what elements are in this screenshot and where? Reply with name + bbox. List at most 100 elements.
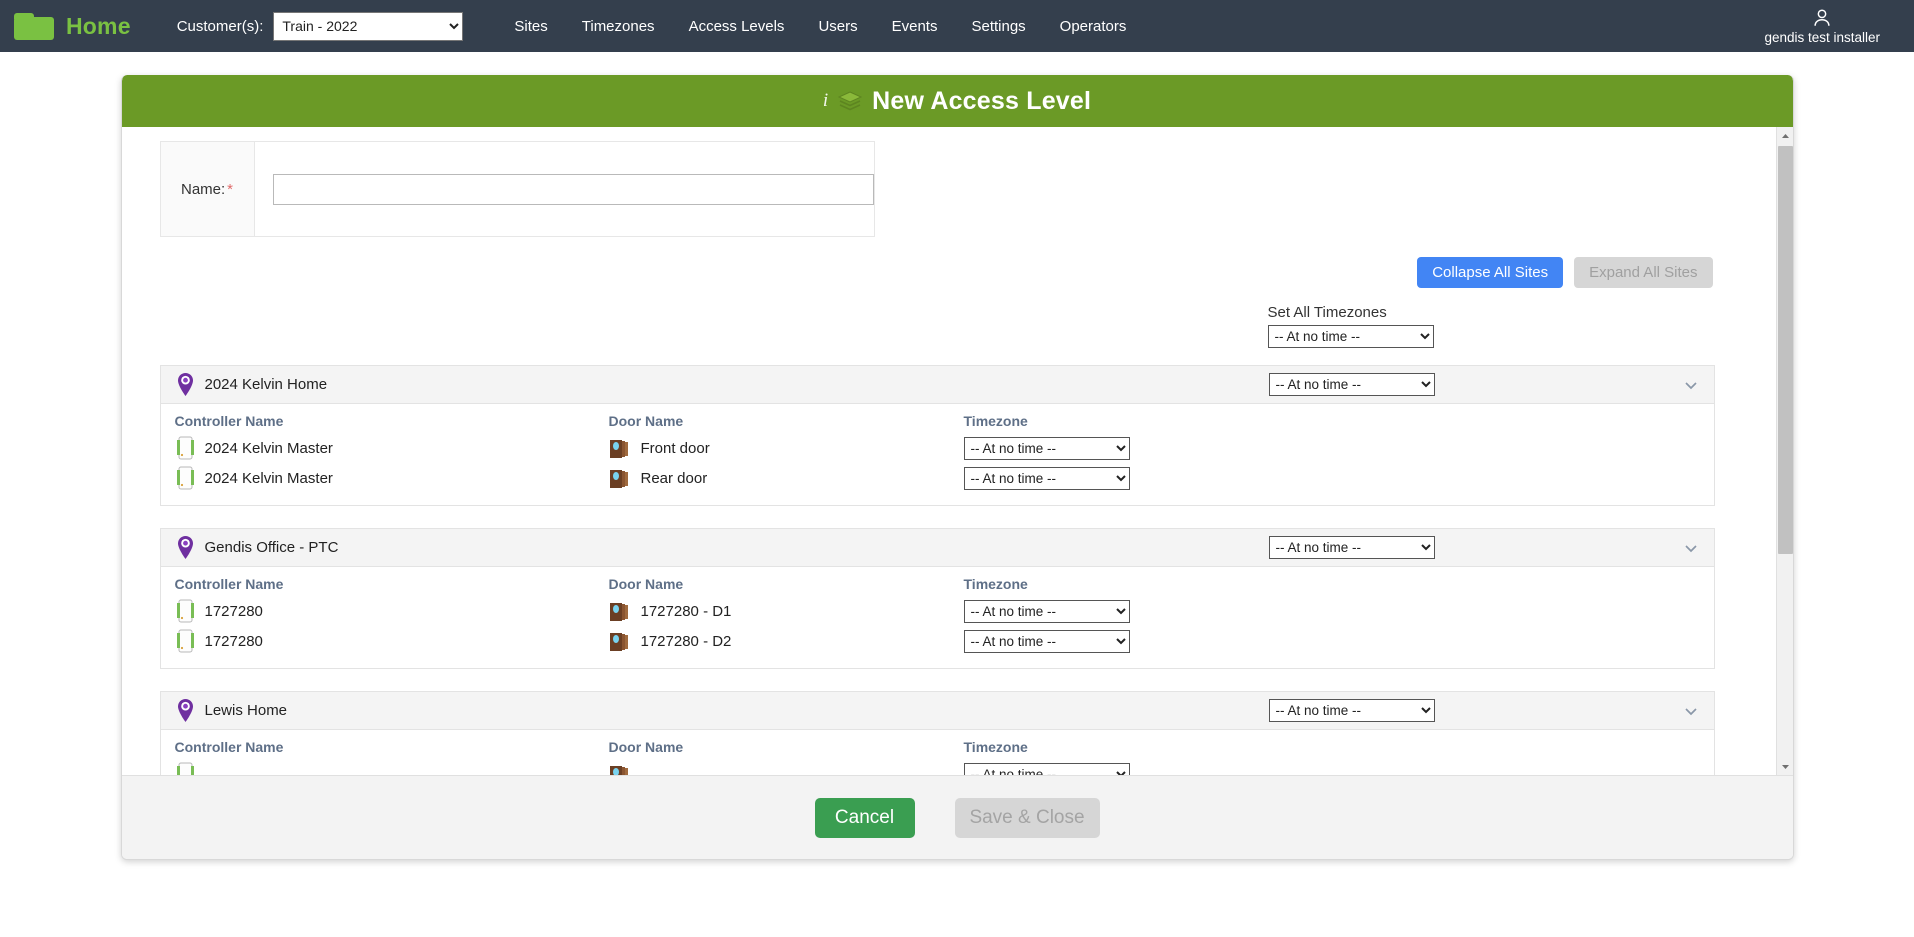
scrollbar-thumb[interactable]	[1778, 146, 1793, 554]
home-link[interactable]: Home	[14, 13, 131, 40]
controller-icon	[175, 466, 196, 490]
table-row: 2024 Kelvin Master Front door	[161, 433, 1714, 463]
name-field-group: Name: *	[160, 141, 875, 237]
column-header-door: Door Name	[609, 413, 964, 429]
controller-name: 1727280	[205, 633, 263, 650]
save-and-close-button[interactable]: Save & Close	[955, 798, 1100, 838]
row-timezone-select[interactable]: -- At no time --	[964, 630, 1130, 653]
panel-header: i New Access Level	[122, 75, 1793, 127]
nav-item-operators[interactable]: Operators	[1043, 18, 1144, 35]
table-row: 2024 Kelvin Master Rear door	[161, 463, 1714, 493]
site-block: 2024 Kelvin Home -- At no time -- Contro…	[160, 365, 1715, 506]
page-title: New Access Level	[872, 87, 1091, 116]
controller-name: 1727280	[205, 603, 263, 620]
user-name-label: gendis test installer	[1764, 30, 1880, 45]
site-name: Gendis Office - PTC	[205, 539, 339, 556]
door-icon	[609, 468, 632, 489]
site-timezone-select[interactable]: -- At no time --	[1269, 373, 1435, 396]
customer-select[interactable]: Train - 2022	[273, 12, 463, 41]
nav-item-events[interactable]: Events	[875, 18, 955, 35]
scroll-down-arrow-icon[interactable]	[1777, 758, 1793, 775]
nav-item-access-levels[interactable]: Access Levels	[672, 18, 802, 35]
new-access-level-panel: i New Access Level Name: * Collapse All …	[121, 75, 1794, 860]
required-marker: *	[227, 181, 233, 198]
table-row: -- At no time --	[161, 759, 1714, 775]
nav-links: Sites Timezones Access Levels Users Even…	[497, 18, 1143, 35]
site-pin-icon	[175, 372, 196, 397]
site-name: 2024 Kelvin Home	[205, 376, 328, 393]
row-timezone-select[interactable]: -- At no time --	[964, 600, 1130, 623]
panel-scroll-body: Name: * Collapse All Sites Expand All Si…	[122, 127, 1793, 775]
set-all-timezones-select[interactable]: -- At no time --	[1268, 325, 1434, 348]
chevron-down-icon[interactable]	[1682, 539, 1700, 557]
cancel-button[interactable]: Cancel	[815, 798, 915, 838]
chevron-down-icon[interactable]	[1682, 702, 1700, 720]
site-name: Lewis Home	[205, 702, 288, 719]
customer-label: Customer(s):	[177, 18, 264, 35]
collapse-all-sites-button[interactable]: Collapse All Sites	[1417, 257, 1563, 288]
site-toggle-buttons: Collapse All Sites Expand All Sites	[122, 257, 1775, 288]
site-header[interactable]: Lewis Home -- At no time --	[161, 692, 1714, 730]
name-label-cell: Name: *	[161, 142, 255, 236]
door-icon	[609, 631, 632, 652]
expand-all-sites-button[interactable]: Expand All Sites	[1574, 257, 1712, 288]
site-block: Gendis Office - PTC -- At no time -- Con…	[160, 528, 1715, 669]
site-block: Lewis Home -- At no time -- Controller N…	[160, 691, 1715, 775]
name-input[interactable]	[273, 174, 874, 205]
top-navigation-bar: Home Customer(s): Train - 2022 Sites Tim…	[0, 0, 1914, 52]
controller-icon	[175, 629, 196, 653]
column-headers: Controller Name Door Name Timezone	[161, 730, 1714, 759]
controller-icon	[175, 762, 196, 775]
folder-icon	[14, 13, 54, 40]
sites-list: 2024 Kelvin Home -- At no time -- Contro…	[122, 365, 1775, 775]
set-all-timezones-label: Set All Timezones	[1268, 304, 1775, 321]
controller-icon	[175, 436, 196, 460]
site-header[interactable]: Gendis Office - PTC -- At no time --	[161, 529, 1714, 567]
site-pin-icon	[175, 698, 196, 723]
nav-item-settings[interactable]: Settings	[954, 18, 1042, 35]
door-name: 1727280 - D2	[641, 633, 732, 650]
nav-item-timezones[interactable]: Timezones	[565, 18, 672, 35]
column-header-timezone: Timezone	[964, 739, 1164, 755]
door-icon	[609, 438, 632, 459]
site-timezone-select[interactable]: -- At no time --	[1269, 536, 1435, 559]
controller-icon	[175, 599, 196, 623]
home-label: Home	[66, 13, 131, 40]
set-all-timezones-group: Set All Timezones -- At no time --	[122, 304, 1775, 348]
layers-icon	[837, 90, 863, 112]
site-pin-icon	[175, 535, 196, 560]
controller-name: 2024 Kelvin Master	[205, 470, 333, 487]
column-header-controller: Controller Name	[161, 413, 609, 429]
row-timezone-select[interactable]: -- At no time --	[964, 467, 1130, 490]
door-icon	[609, 601, 632, 622]
row-timezone-select[interactable]: -- At no time --	[964, 437, 1130, 460]
door-name: 1727280 - D1	[641, 603, 732, 620]
user-avatar-icon	[1811, 7, 1833, 29]
door-icon	[609, 764, 632, 776]
scroll-up-arrow-icon[interactable]	[1777, 127, 1793, 144]
chevron-down-icon[interactable]	[1682, 376, 1700, 394]
row-timezone-select[interactable]: -- At no time --	[964, 763, 1130, 776]
column-header-controller: Controller Name	[161, 739, 609, 755]
name-label: Name:	[181, 181, 225, 198]
user-menu[interactable]: gendis test installer	[1764, 0, 1880, 52]
table-row: 1727280 1727280 - D1	[161, 596, 1714, 626]
vertical-scrollbar[interactable]	[1776, 127, 1793, 775]
door-name: Rear door	[641, 470, 708, 487]
nav-item-users[interactable]: Users	[801, 18, 874, 35]
column-header-door: Door Name	[609, 576, 964, 592]
info-icon[interactable]: i	[823, 90, 828, 112]
panel-footer: Cancel Save & Close	[122, 775, 1793, 859]
column-headers: Controller Name Door Name Timezone	[161, 567, 1714, 596]
site-header[interactable]: 2024 Kelvin Home -- At no time --	[161, 366, 1714, 404]
column-header-timezone: Timezone	[964, 576, 1164, 592]
column-header-controller: Controller Name	[161, 576, 609, 592]
site-timezone-select[interactable]: -- At no time --	[1269, 699, 1435, 722]
table-row: 1727280 1727280 - D2	[161, 626, 1714, 656]
column-header-door: Door Name	[609, 739, 964, 755]
column-header-timezone: Timezone	[964, 413, 1164, 429]
column-headers: Controller Name Door Name Timezone	[161, 404, 1714, 433]
controller-name: 2024 Kelvin Master	[205, 440, 333, 457]
door-name: Front door	[641, 440, 710, 457]
nav-item-sites[interactable]: Sites	[497, 18, 564, 35]
